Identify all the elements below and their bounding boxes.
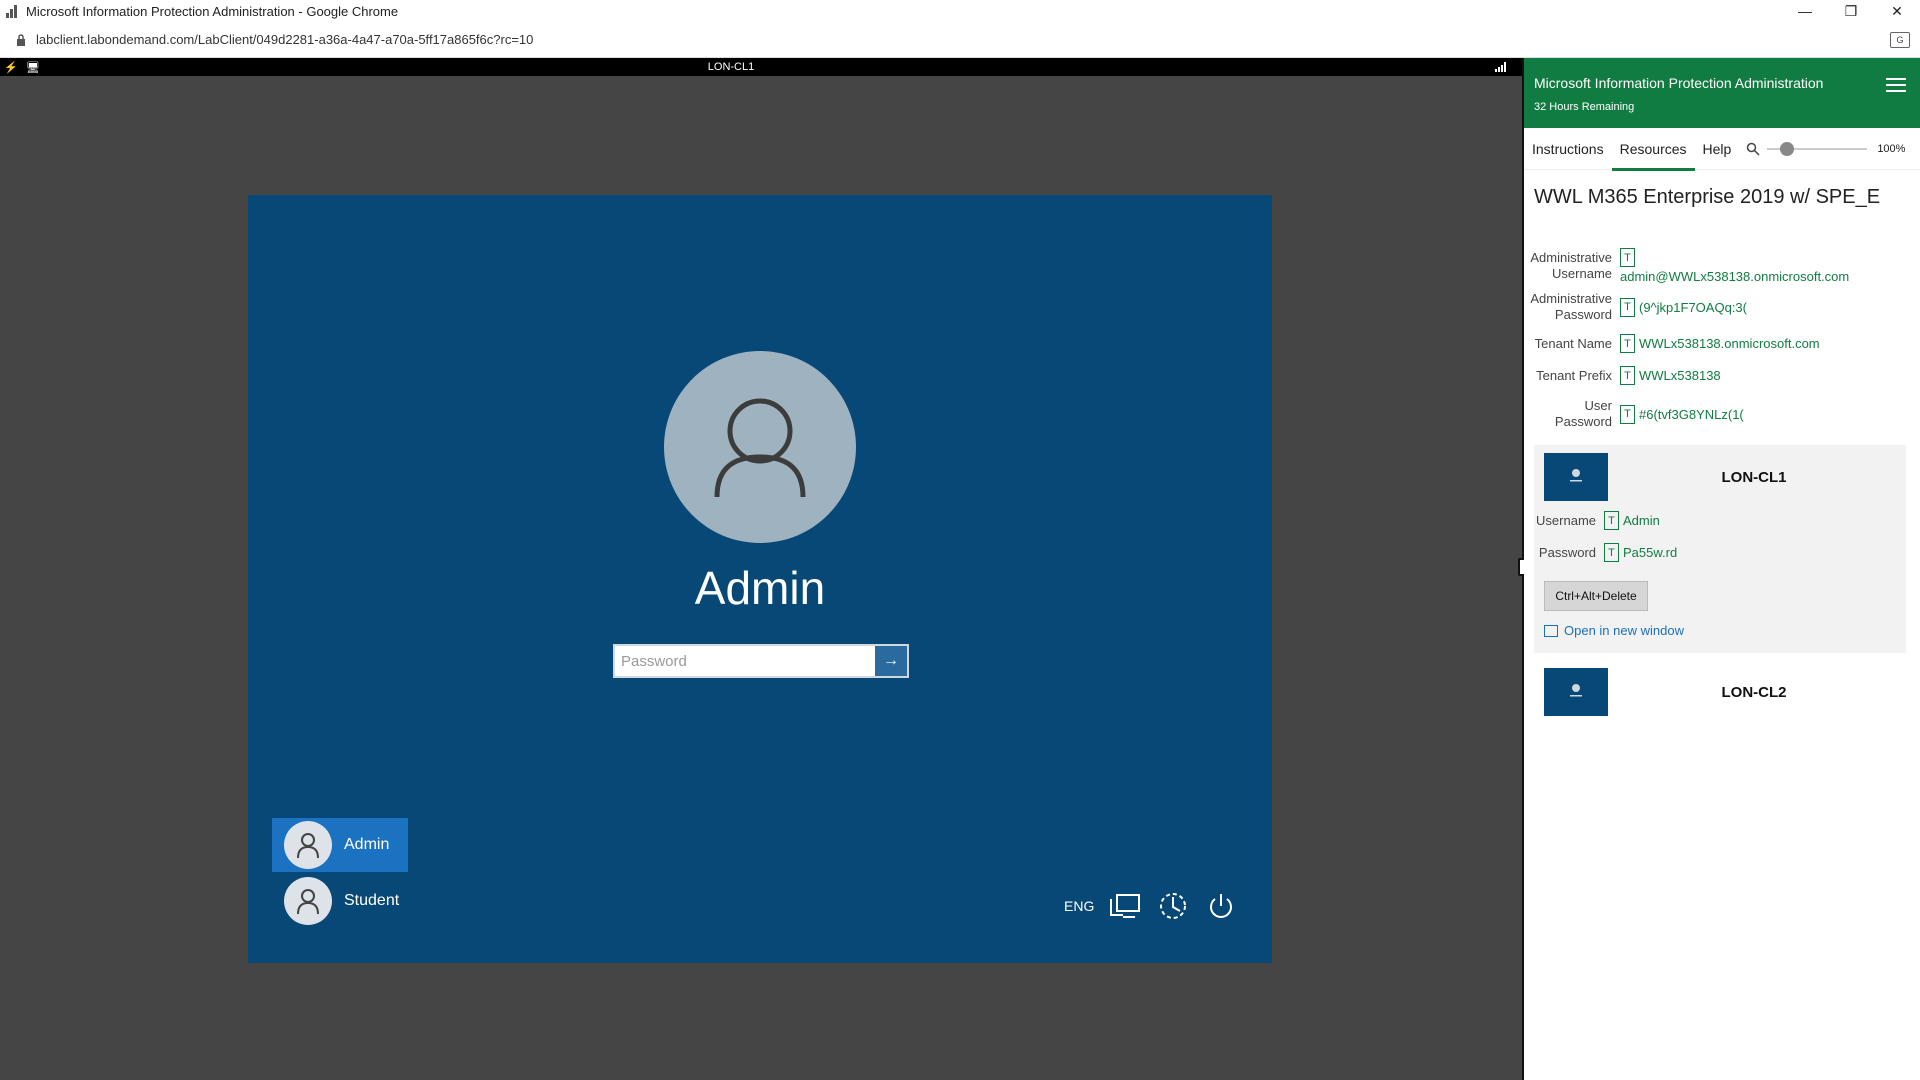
zoom-magnifier-icon <box>1745 141 1761 157</box>
environment-title: WWL M365 Enterprise 2019 w/ SPE_E <box>1534 186 1881 208</box>
translate-icon[interactable]: G <box>1890 31 1910 48</box>
credential-value[interactable]: WWLx538138.onmicrosoft.com <box>1639 336 1820 351</box>
type-text-button[interactable]: T <box>1604 543 1619 562</box>
vm-username-row: Username T Admin <box>1534 511 1660 530</box>
browser-title-bar: Microsoft Information Protection Adminis… <box>0 0 1920 22</box>
vm-name: LON-CL2 <box>1721 684 1787 701</box>
credential-row-tenant-prefix: Tenant Prefix T WWLx538138 <box>1524 366 1920 385</box>
lab-app-icon <box>6 4 20 18</box>
vm-toolbar: ⚡ 🖥 LON-CL1 <box>0 58 1522 76</box>
lab-panel: Microsoft Information Protection Adminis… <box>1524 58 1920 1080</box>
type-text-button[interactable]: T <box>1620 297 1635 317</box>
user-tile-admin[interactable]: Admin <box>272 818 408 872</box>
lock-icon <box>14 33 28 46</box>
submit-arrow-button[interactable]: → <box>875 646 907 676</box>
hamburger-menu-icon[interactable] <box>1886 78 1906 92</box>
credential-value[interactable]: (9^jkp1F7OAQq:3( <box>1639 300 1747 315</box>
open-in-new-window-link[interactable]: Open in new window <box>1544 623 1684 638</box>
vm-thumbnail[interactable] <box>1544 668 1608 716</box>
user-silhouette-icon <box>714 398 806 498</box>
address-bar[interactable]: labclient.labondemand.com/LabClient/049d… <box>0 22 1920 58</box>
user-avatar-small-icon <box>284 877 332 925</box>
user-avatar-large <box>664 351 856 543</box>
vm-card-lon-cl2: LON-CL2 <box>1534 666 1906 736</box>
zoom-value: 100% <box>1877 142 1906 155</box>
credential-row-admin-password: Administrative Password T (9^jkp1F7OAQq:3… <box>1524 291 1920 323</box>
credential-label: User Password <box>1554 398 1612 429</box>
credential-value[interactable]: admin@WWLx538138.onmicrosoft.com <box>1620 269 1849 284</box>
panel-tabs: Instructions Resources Help 100% <box>1524 128 1920 171</box>
vm-username-value[interactable]: Admin <box>1623 513 1660 528</box>
close-icon[interactable]: ✕ <box>1874 0 1920 22</box>
credential-row-tenant-name: Tenant Name T WWLx538138.onmicrosoft.com <box>1524 334 1920 353</box>
credential-label: Tenant Prefix <box>1536 367 1612 383</box>
password-box: → <box>613 644 909 678</box>
new-window-icon <box>1544 624 1558 637</box>
restore-icon[interactable]: ❐ <box>1828 0 1874 22</box>
lab-title: Microsoft Information Protection Adminis… <box>1534 75 1824 91</box>
minimize-icon[interactable]: — <box>1782 0 1828 22</box>
vm-password-value[interactable]: Pa55w.rd <box>1623 545 1677 560</box>
user-tile-label: Admin <box>344 836 390 853</box>
credential-row-user-password: User Password T #6(tvf3G8YNLz(1( <box>1524 398 1920 430</box>
credential-label: Administrative Username <box>1530 250 1612 281</box>
panel-header: Microsoft Information Protection Adminis… <box>1524 58 1920 128</box>
vm-card-lon-cl1: LON-CL1 Username T Admin Password T Pa55… <box>1534 445 1906 653</box>
credential-row-admin-username: Administrative Username T admin@WWLx53813… <box>1524 248 1920 284</box>
ctrl-alt-delete-button[interactable]: Ctrl+Alt+Delete <box>1544 581 1648 611</box>
credential-label: Administrative Password <box>1530 291 1612 322</box>
vm-toolbar-title: LON-CL1 <box>707 61 755 73</box>
vm-thumbnail-user-icon <box>1570 469 1582 482</box>
tab-instructions[interactable]: Instructions <box>1524 128 1612 170</box>
ease-of-access-icon[interactable] <box>1156 889 1190 923</box>
credential-value[interactable]: WWLx538138 <box>1639 368 1721 383</box>
vm-thumbnail[interactable] <box>1544 453 1608 501</box>
window-controls: — ❐ ✕ <box>1782 0 1920 22</box>
type-text-button[interactable]: T <box>1604 511 1619 530</box>
vm-password-label: Password <box>1538 545 1596 560</box>
signal-icon <box>1495 62 1506 72</box>
zoom-slider[interactable] <box>1767 139 1868 159</box>
vm-name: LON-CL1 <box>1721 469 1787 486</box>
type-text-button[interactable]: T <box>1620 334 1635 353</box>
type-text-button[interactable]: T <box>1620 248 1635 267</box>
password-input[interactable] <box>615 646 875 676</box>
tab-help[interactable]: Help <box>1695 128 1740 170</box>
zoom-slider-thumb[interactable] <box>1780 141 1795 156</box>
credential-label: Tenant Name <box>1534 335 1612 351</box>
tab-resources[interactable]: Resources <box>1611 129 1695 171</box>
user-tile-label: Student <box>344 892 400 909</box>
vm-thumbnail-user-icon <box>1570 684 1582 697</box>
system-tray: ENG <box>1064 889 1238 923</box>
type-text-button[interactable]: T <box>1620 404 1635 424</box>
user-avatar-small-icon <box>284 821 332 869</box>
url-text[interactable]: labclient.labondemand.com/LabClient/049d… <box>36 32 1890 47</box>
language-indicator[interactable]: ENG <box>1064 898 1094 914</box>
window-title: Microsoft Information Protection Adminis… <box>26 3 399 19</box>
type-text-button[interactable]: T <box>1620 366 1635 385</box>
windows-login-screen: Admin → Admin Student ENG <box>248 195 1272 963</box>
credential-value[interactable]: #6(tvf3G8YNLz(1( <box>1639 407 1744 422</box>
user-tile-student[interactable]: Student <box>272 874 408 928</box>
time-remaining: 32 Hours Remaining <box>1534 101 1635 113</box>
vm-password-row: Password T Pa55w.rd <box>1534 543 1677 562</box>
login-username: Admin <box>694 562 826 614</box>
vm-username-label: Username <box>1536 513 1596 528</box>
vm-viewport[interactable]: ⚡ 🖥 LON-CL1 Admin → Admin Student <box>0 58 1522 1080</box>
power-icon[interactable] <box>1204 889 1238 923</box>
network-icon[interactable] <box>1108 889 1142 923</box>
